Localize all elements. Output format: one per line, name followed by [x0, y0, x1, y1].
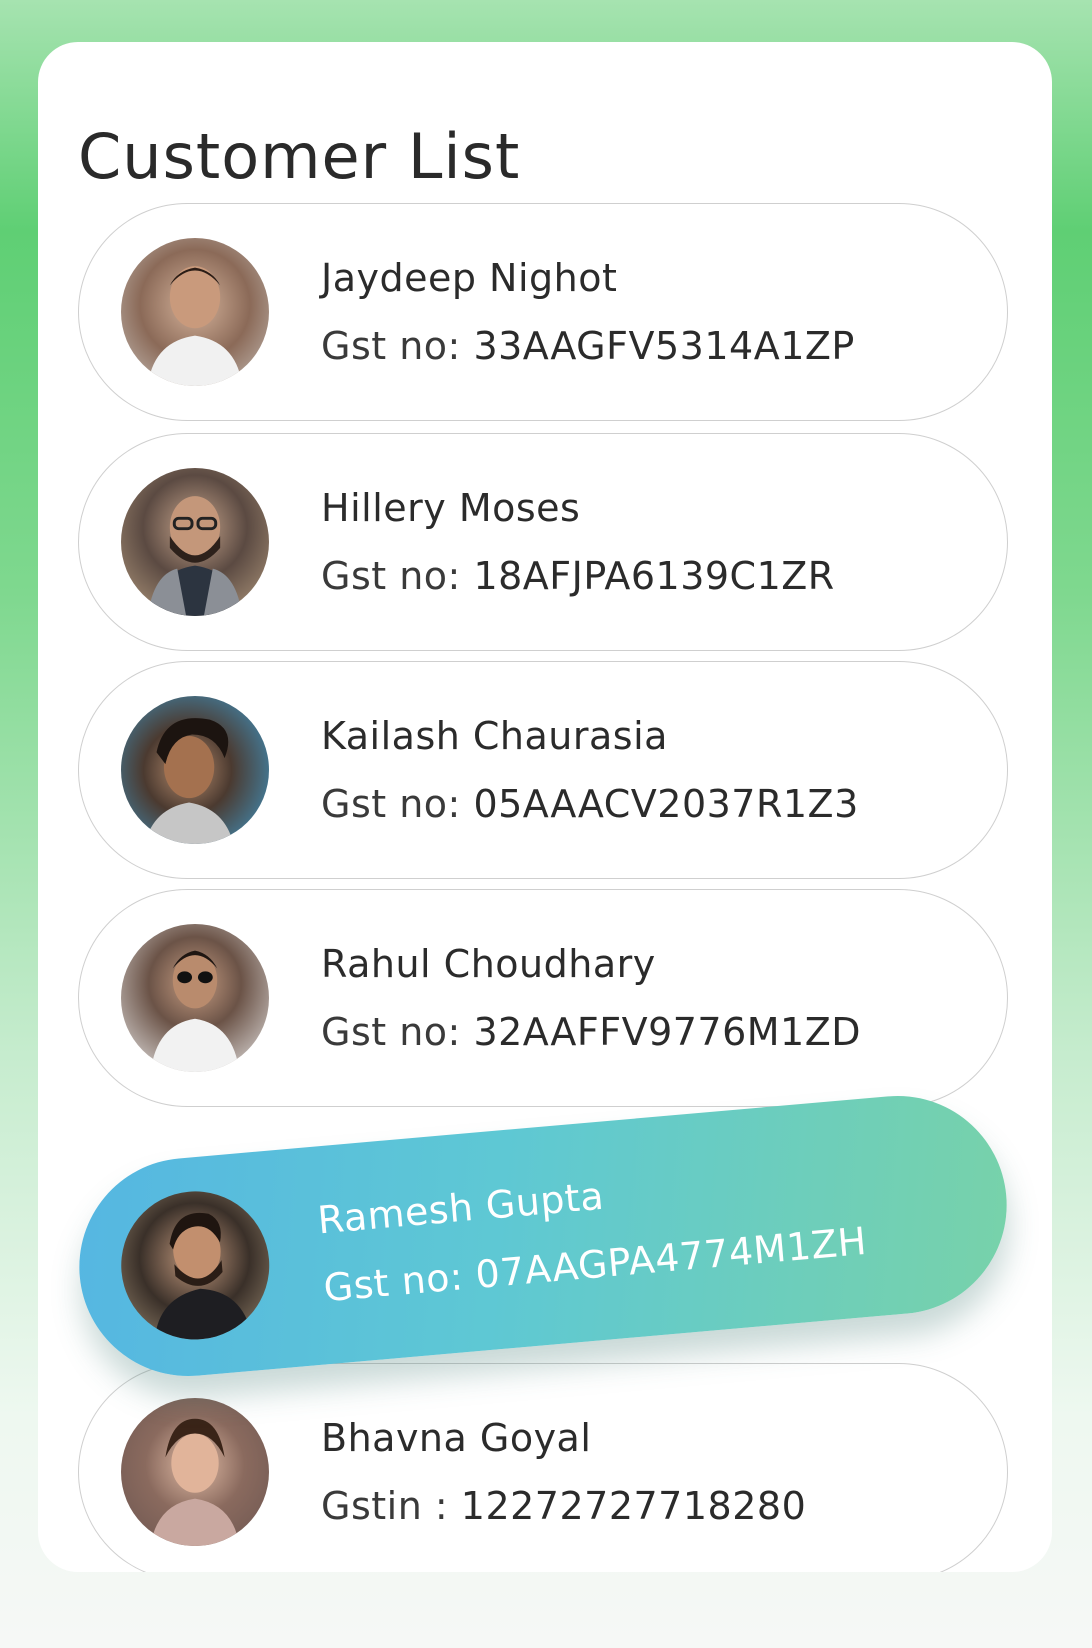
gst-number: 18AFJPA6139C1ZR [473, 554, 835, 598]
avatar [121, 238, 269, 386]
gst-number: 07AAGPA4774M1ZH [473, 1218, 869, 1297]
customer-name: Ramesh Gupta [315, 1173, 606, 1243]
customer-card[interactable]: Kailash Chaurasia Gst no: 05AAACV2037R1Z… [78, 661, 1008, 879]
customer-gst: Gst no: 33AAGFV5314A1ZP [321, 324, 855, 368]
customer-name: Jaydeep Nighot [321, 256, 618, 300]
customer-gst: Gst no: 32AAFFV9776M1ZD [321, 1010, 861, 1054]
person-icon [147, 266, 243, 386]
person-icon [150, 1418, 240, 1546]
gst-label: Gst no: [321, 554, 461, 598]
customer-gst: Gst no: 18AFJPA6139C1ZR [321, 554, 835, 598]
gst-label: Gst no: [321, 1010, 461, 1054]
customer-list-card: Customer List Jaydeep Nighot Gst no: 33A… [38, 42, 1052, 1572]
gst-label: Gst no: [321, 1254, 465, 1311]
gst-number: 33AAGFV5314A1ZP [473, 324, 855, 368]
gst-number: 32AAFFV9776M1ZD [473, 1010, 862, 1054]
gst-number: 12272727718280 [460, 1484, 807, 1528]
person-icon [147, 496, 243, 616]
customer-list: Jaydeep Nighot Gst no: 33AAGFV5314A1ZP H… [38, 42, 1052, 1572]
customer-card[interactable]: Hillery Moses Gst no: 18AFJPA6139C1ZR [78, 433, 1008, 651]
avatar [121, 696, 269, 844]
avatar [121, 924, 269, 1072]
customer-name: Bhavna Goyal [321, 1416, 592, 1460]
customer-name: Kailash Chaurasia [321, 714, 668, 758]
customer-card[interactable]: Bhavna Goyal Gstin : 12272727718280 [78, 1363, 1008, 1572]
person-icon [150, 950, 240, 1072]
customer-gst: Gstin : 12272727718280 [321, 1484, 806, 1528]
gst-label: Gst no: [321, 782, 461, 826]
customer-name: Rahul Choudhary [321, 942, 656, 986]
gst-label: Gstin : [321, 1484, 449, 1528]
avatar [121, 1398, 269, 1546]
customer-card-selected[interactable]: Ramesh Gupta Gst no: 07AAGPA4774M1ZH [70, 1086, 1016, 1386]
gst-number: 05AAACV2037R1Z3 [473, 782, 859, 826]
person-icon [144, 718, 234, 844]
avatar [115, 1185, 276, 1346]
customer-name: Hillery Moses [321, 486, 581, 530]
customer-gst: Gst no: 05AAACV2037R1Z3 [321, 782, 859, 826]
customer-card[interactable]: Jaydeep Nighot Gst no: 33AAGFV5314A1ZP [78, 203, 1008, 421]
gst-label: Gst no: [321, 324, 461, 368]
avatar [121, 468, 269, 616]
customer-card[interactable]: Rahul Choudhary Gst no: 32AAFFV9776M1ZD [78, 889, 1008, 1107]
person-icon [154, 1212, 252, 1344]
